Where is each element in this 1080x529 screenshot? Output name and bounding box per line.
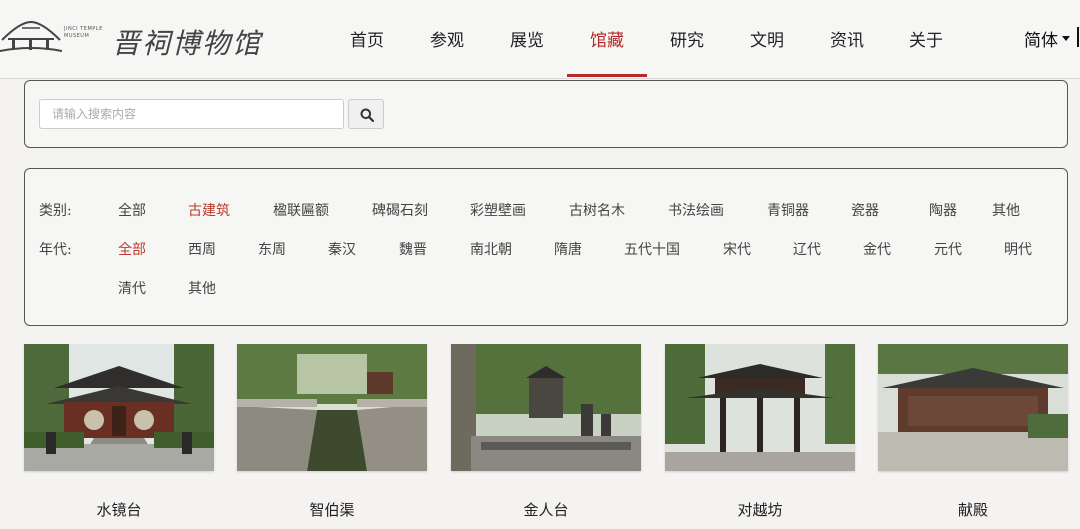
- card-title[interactable]: 智伯渠: [237, 499, 427, 520]
- era-option[interactable]: 南北朝: [470, 239, 512, 259]
- logo-english-line-1: JINCI TEMPLE: [64, 26, 103, 32]
- card-title[interactable]: 水镜台: [24, 499, 214, 520]
- nav-civilization[interactable]: 文明: [750, 26, 784, 51]
- category-option[interactable]: 青铜器: [767, 200, 809, 220]
- nav-exhibitions[interactable]: 展览: [510, 26, 544, 51]
- era-option[interactable]: 明代: [1004, 239, 1032, 259]
- collection-card[interactable]: 金人台: [451, 344, 641, 519]
- collection-card[interactable]: 对越坊: [665, 344, 855, 519]
- active-nav-indicator: [567, 74, 647, 77]
- nav-about[interactable]: 关于: [909, 26, 943, 51]
- era-option[interactable]: 魏晋: [399, 239, 427, 259]
- search-panel: [24, 80, 1068, 148]
- era-option[interactable]: 金代: [863, 239, 891, 259]
- category-option[interactable]: 瓷器: [851, 200, 879, 220]
- nav-news[interactable]: 资讯: [830, 26, 864, 51]
- card-thumbnail[interactable]: [451, 344, 641, 471]
- era-option[interactable]: 清代: [118, 278, 146, 298]
- site-header: JINCI TEMPLE MUSEUM 晋祠博物馆 首页 参观 展览 馆藏 研究…: [0, 0, 1080, 79]
- category-option[interactable]: 陶器: [929, 200, 957, 220]
- era-option[interactable]: 其他: [188, 278, 216, 298]
- collection-card[interactable]: 智伯渠: [237, 344, 427, 519]
- logo-english: JINCI TEMPLE MUSEUM: [64, 26, 103, 40]
- search-button[interactable]: [348, 99, 384, 129]
- card-title[interactable]: 献殿: [878, 499, 1068, 520]
- category-label: 类别:: [39, 203, 72, 219]
- era-label: 年代:: [39, 242, 72, 258]
- filter-panel: 类别: 全部 古建筑 楹联匾额 碑碣石刻 彩塑壁画 古树名木 书法绘画 青铜器 …: [24, 168, 1068, 326]
- canal-photo: [237, 344, 427, 471]
- category-option[interactable]: 其他: [992, 200, 1020, 220]
- nav-research[interactable]: 研究: [670, 26, 704, 51]
- temple-logo-icon: [0, 20, 62, 52]
- card-thumbnail[interactable]: [878, 344, 1068, 471]
- logo-title: 晋祠博物馆: [112, 27, 263, 60]
- archway-photo: [665, 344, 855, 471]
- category-option[interactable]: 碑碣石刻: [372, 200, 428, 220]
- collection-card[interactable]: 水镜台: [24, 344, 214, 519]
- card-title[interactable]: 金人台: [451, 499, 641, 520]
- site-logo[interactable]: JINCI TEMPLE MUSEUM 晋祠博物馆: [0, 14, 270, 64]
- category-option[interactable]: 古树名木: [569, 200, 625, 220]
- nav-visit[interactable]: 参观: [430, 26, 464, 51]
- category-option[interactable]: 楹联匾额: [273, 200, 329, 220]
- header-divider: [1077, 27, 1079, 47]
- terrace-photo: [451, 344, 641, 471]
- era-option[interactable]: 隋唐: [554, 239, 582, 259]
- card-thumbnail[interactable]: [237, 344, 427, 471]
- era-option[interactable]: 辽代: [793, 239, 821, 259]
- pavilion-photo: [24, 344, 214, 471]
- era-option[interactable]: 全部: [118, 239, 146, 259]
- card-thumbnail[interactable]: [24, 344, 214, 471]
- category-option[interactable]: 古建筑: [188, 200, 230, 220]
- hall-photo: [878, 344, 1068, 471]
- era-option[interactable]: 西周: [188, 239, 216, 259]
- caret-down-icon[interactable]: [1062, 36, 1070, 41]
- language-selector[interactable]: 简体: [1024, 26, 1058, 51]
- era-option[interactable]: 五代十国: [624, 239, 680, 259]
- search-input[interactable]: [39, 99, 344, 129]
- nav-home[interactable]: 首页: [350, 26, 384, 51]
- category-option[interactable]: 全部: [118, 200, 146, 220]
- era-option[interactable]: 元代: [934, 239, 962, 259]
- card-thumbnail[interactable]: [665, 344, 855, 471]
- collection-card[interactable]: 献殿: [878, 344, 1068, 519]
- logo-english-line-2: MUSEUM: [64, 33, 90, 39]
- card-title[interactable]: 对越坊: [665, 499, 855, 520]
- era-option[interactable]: 宋代: [723, 239, 751, 259]
- era-option[interactable]: 东周: [258, 239, 286, 259]
- category-option[interactable]: 彩塑壁画: [470, 200, 526, 220]
- era-option[interactable]: 秦汉: [328, 239, 356, 259]
- search-icon: [360, 108, 374, 122]
- nav-collections[interactable]: 馆藏: [590, 26, 624, 51]
- category-option[interactable]: 书法绘画: [668, 200, 724, 220]
